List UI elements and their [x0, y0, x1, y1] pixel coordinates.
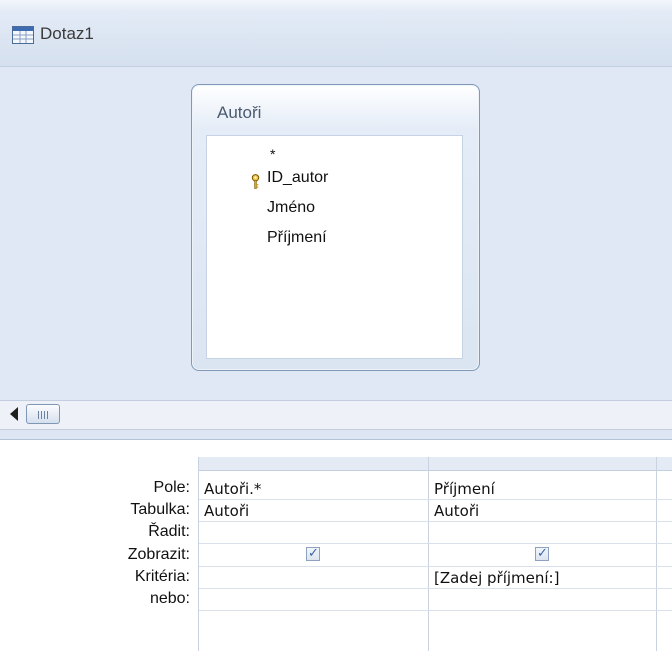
field-item-prijmeni[interactable]: Příjmení: [267, 229, 327, 247]
checkmark-icon: ✓: [308, 545, 319, 560]
cell-criteria-col2[interactable]: [Zadej příjmení:]: [434, 569, 559, 587]
grid-line: [199, 499, 672, 500]
field-item-jmeno[interactable]: Jméno: [267, 199, 315, 217]
field-list-body[interactable]: * ID_autor Jméno Příjmení: [206, 135, 463, 359]
table-design-area[interactable]: Autoři * ID_autor Jméno Příjmení: [0, 67, 672, 400]
grid-line: [199, 566, 672, 567]
arrow-left-icon[interactable]: [10, 407, 18, 421]
row-label-table: Tabulka:: [130, 501, 190, 518]
field-item-id-autor[interactable]: ID_autor: [267, 169, 328, 187]
row-label-sort: Řadit:: [148, 523, 190, 540]
query-icon: [12, 26, 34, 49]
grid-line: [199, 543, 672, 544]
grid-line: [199, 610, 672, 611]
horizontal-scrollbar[interactable]: [0, 400, 672, 430]
grid-line: [428, 457, 429, 651]
row-label-or: nebo:: [149, 590, 190, 607]
row-label-criteria: Kritéria:: [134, 568, 190, 585]
column-selector-3[interactable]: [657, 457, 672, 471]
field-item-all[interactable]: *: [270, 146, 275, 162]
query-design-grid: Pole: Tabulka: Řadit: Zobrazit: Kritéria…: [0, 440, 672, 651]
key-icon: [251, 174, 260, 194]
scroll-thumb-icon[interactable]: [26, 404, 60, 424]
row-label-show: Zobrazit:: [127, 546, 190, 563]
cell-field-col2[interactable]: Příjmení: [434, 480, 495, 498]
cell-field-col1[interactable]: Autoři.*: [204, 480, 261, 498]
show-checkbox-col2[interactable]: ✓: [535, 545, 549, 561]
query-tab[interactable]: Dotaz1: [0, 0, 672, 67]
cell-table-col1[interactable]: Autoři: [204, 502, 249, 520]
grid-line: [199, 588, 672, 589]
field-list-title[interactable]: Autoři: [217, 103, 261, 123]
show-checkbox-col1[interactable]: ✓: [306, 545, 320, 561]
pane-splitter[interactable]: [0, 430, 672, 440]
field-list-autori[interactable]: Autoři * ID_autor Jméno Příjmení: [191, 84, 480, 371]
column-selector-1[interactable]: [199, 457, 428, 471]
cell-table-col2[interactable]: Autoři: [434, 502, 479, 520]
query-title: Dotaz1: [40, 24, 94, 43]
column-selector-2[interactable]: [429, 457, 656, 471]
grid-line: [199, 521, 672, 522]
grid-line: [198, 457, 199, 651]
grid-line: [656, 457, 657, 651]
row-label-field: Pole:: [153, 479, 190, 496]
checkmark-icon: ✓: [537, 545, 548, 560]
